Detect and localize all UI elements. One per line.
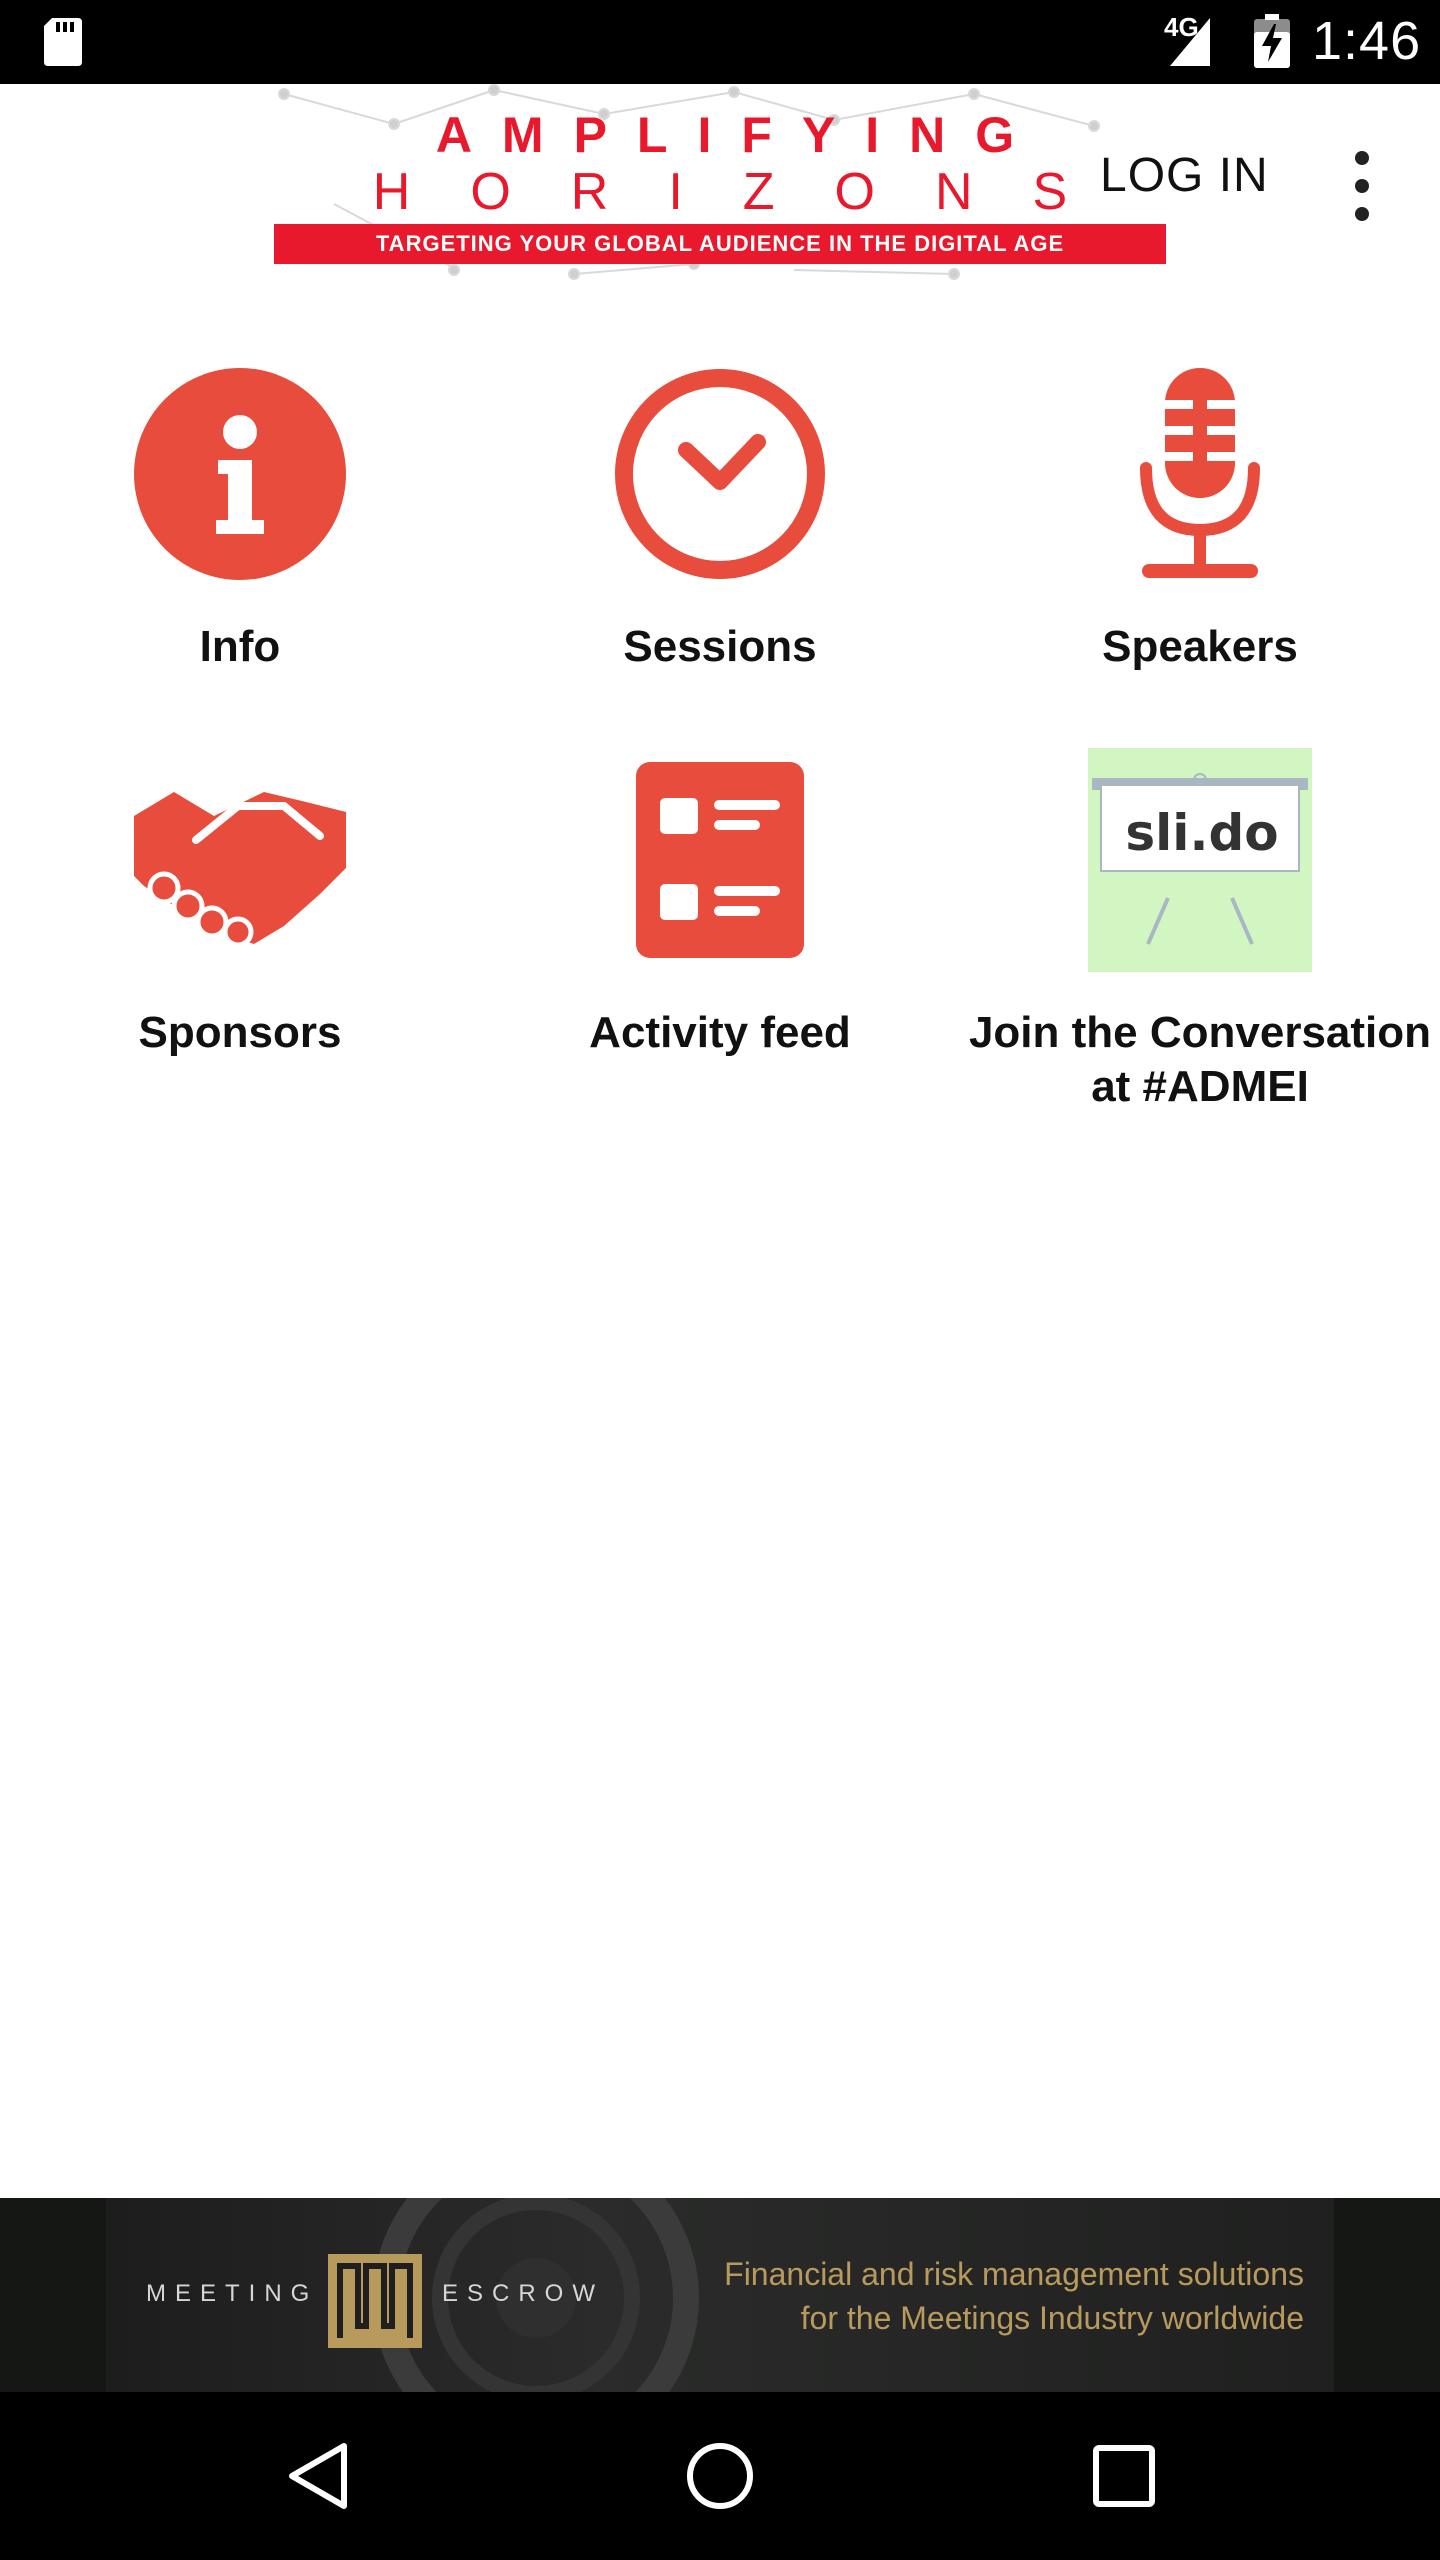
handshake-icon [134,792,346,946]
recents-icon[interactable] [1084,2436,1164,2516]
tile-speakers[interactable]: Speakers [960,362,1440,682]
tile-info[interactable]: Info [0,362,480,682]
navigation-bar [0,2392,1440,2560]
event-logo[interactable]: AMPLIFYING HORIZONS TARGETING YOUR GLOBA… [274,84,1166,280]
tile-sessions[interactable]: Sessions [480,362,960,682]
overflow-menu-icon[interactable] [1344,146,1380,226]
tile-label: Sessions [623,622,817,671]
ad-banner[interactable]: MEETING ESCROW Financial and risk manage… [106,2198,1334,2392]
slido-logo-text: sli.do [1125,804,1279,862]
microphone-icon [1140,368,1260,578]
tile-label: Sponsors [138,1008,342,1057]
status-bar: 4G 1:46 [0,0,1440,84]
ad-tagline-line2: for the Meetings Industry worldwide [800,2300,1304,2336]
logo-title-line2: HORIZONS [372,163,1128,221]
tile-label: Speakers [1102,622,1298,671]
tile-join-conversation[interactable]: sli.do Join the Conversation at #ADMEI [960,748,1440,1128]
clock-icon [615,369,825,579]
clock: 1:46 [1312,11,1422,71]
ad-brand-left: MEETING [146,2280,319,2307]
ad-tagline-line1: Financial and risk management solutions [724,2256,1304,2292]
tile-label: Activity feed [589,1008,851,1057]
meeting-escrow-logo [328,2254,422,2348]
logo-tagline: TARGETING YOUR GLOBAL AUDIENCE IN THE DI… [274,224,1166,264]
tile-label: Info [199,622,281,671]
info-icon [134,368,346,580]
back-icon[interactable] [278,2436,358,2516]
signal-icon [1170,18,1210,66]
tile-label: Join the Conversation at #ADMEI [968,1008,1432,1111]
ad-brand-right: ESCROW [442,2280,604,2307]
activity-feed-icon [636,762,804,958]
app-bar: AMPLIFYING HORIZONS TARGETING YOUR GLOBA… [0,84,1440,284]
home-icon[interactable] [680,2436,760,2516]
sd-card-icon [44,18,82,66]
tile-activity-feed[interactable]: Activity feed [480,748,960,1068]
login-button[interactable]: LOG IN [1100,148,1269,203]
slido-logo: sli.do [1088,748,1312,972]
battery-charging-icon [1254,14,1290,68]
logo-title-line1: AMPLIFYING [435,107,1045,163]
tile-sponsors[interactable]: Sponsors [0,748,480,1068]
